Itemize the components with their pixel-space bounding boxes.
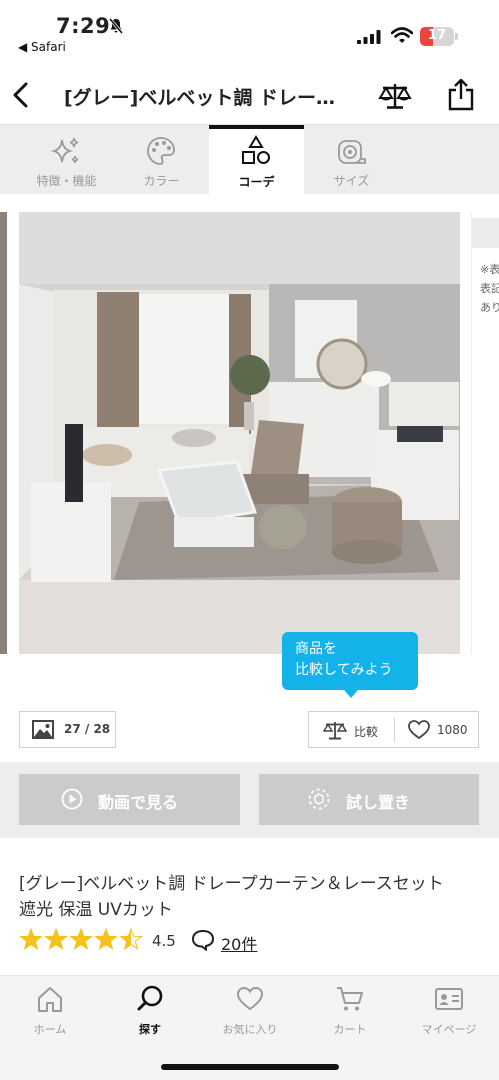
star-4 bbox=[94, 928, 118, 951]
bell-muted-icon bbox=[108, 18, 124, 34]
try-placement-label: 試し置き bbox=[346, 793, 411, 812]
compare-scale-small-icon[interactable] bbox=[323, 720, 347, 740]
reviews-link[interactable]: 20件 bbox=[221, 931, 257, 955]
product-name-line-1: [グレー]ベルベット調 ドレープカーテン＆レースセット bbox=[19, 874, 444, 894]
product-name-line-2: 遮光 保温 UVカット bbox=[19, 900, 173, 920]
media-button-band: 動画で見る 試し置き bbox=[0, 762, 499, 838]
cart-icon bbox=[337, 987, 363, 1011]
tab-label-features: 特徴・機能 bbox=[36, 174, 97, 188]
page-title: [グレー]ベルベット調 ドレー… bbox=[64, 87, 335, 109]
back-to-safari-link[interactable]: ◀ Safari bbox=[18, 40, 66, 54]
try-placement-button[interactable]: 試し置き bbox=[259, 774, 479, 825]
wifi-icon bbox=[391, 27, 413, 43]
product-image[interactable] bbox=[19, 212, 460, 654]
next-image-peek[interactable]: ※表 表記 あり bbox=[471, 212, 499, 654]
sparkle-icon bbox=[50, 137, 79, 164]
actions-divider bbox=[394, 718, 395, 742]
image-icon bbox=[32, 720, 54, 739]
play-circle-icon bbox=[61, 788, 83, 810]
compare-label[interactable]: 比較 bbox=[354, 723, 378, 740]
battery-indicator: 17 bbox=[420, 27, 458, 46]
nav-home-label: ホーム bbox=[33, 1023, 67, 1036]
nav-search-label: 探す bbox=[139, 1023, 161, 1036]
tab-coordinate[interactable]: コーデ bbox=[209, 125, 304, 195]
nav-favorites[interactable]: お気に入り bbox=[200, 984, 300, 1040]
tooltip-arrow bbox=[344, 690, 358, 698]
room-photo bbox=[19, 212, 460, 654]
image-actions: 比較 1080 bbox=[308, 711, 479, 748]
tab-color[interactable]: カラー bbox=[114, 125, 209, 195]
image-counter-text: 27 / 28 bbox=[64, 722, 111, 736]
tooltip-line-1: 商品を bbox=[295, 641, 337, 657]
compare-scale-icon[interactable] bbox=[378, 81, 412, 111]
home-icon bbox=[38, 987, 62, 1012]
watch-video-button[interactable]: 動画で見る bbox=[19, 774, 240, 825]
nav-mypage[interactable]: マイページ bbox=[399, 984, 499, 1040]
star-rating bbox=[19, 928, 143, 951]
id-card-icon bbox=[435, 988, 463, 1010]
tape-measure-icon bbox=[338, 140, 366, 164]
product-name: [グレー]ベルベット調 ドレープカーテン＆レースセット 遮光 保温 UVカット bbox=[19, 871, 479, 923]
heart-icon bbox=[236, 986, 264, 1011]
tooltip-line-2: 比較してみよう bbox=[295, 662, 393, 678]
product-tabs: 特徴・機能 カラー コーデ サイズ bbox=[0, 124, 499, 195]
nav-cart[interactable]: カート bbox=[300, 984, 400, 1040]
tab-features[interactable]: 特徴・機能 bbox=[19, 125, 114, 195]
next-image-note: ※表 表記 あり bbox=[480, 263, 499, 314]
home-indicator bbox=[161, 1064, 339, 1070]
star-1 bbox=[19, 928, 43, 951]
comment-bubble-icon[interactable] bbox=[191, 929, 215, 951]
star-2 bbox=[44, 928, 68, 951]
status-bar: 7:29 ◀ Safari 17 bbox=[0, 0, 499, 62]
favorite-count: 1080 bbox=[437, 723, 468, 737]
product-header: [グレー]ベルベット調 ドレー… bbox=[0, 66, 499, 124]
nav-home[interactable]: ホーム bbox=[0, 984, 100, 1040]
nav-cart-label: カート bbox=[333, 1023, 367, 1036]
star-3 bbox=[69, 928, 93, 951]
compare-tooltip: 商品を 比較してみよう bbox=[282, 632, 418, 698]
image-count-button[interactable]: 27 / 28 bbox=[19, 711, 116, 748]
tab-label-color: カラー bbox=[143, 174, 180, 188]
tab-size[interactable]: サイズ bbox=[304, 125, 399, 195]
tab-label-size: サイズ bbox=[333, 174, 370, 188]
nav-favorites-label: お気に入り bbox=[222, 1023, 278, 1036]
search-icon bbox=[137, 985, 163, 1011]
status-time: 7:29 bbox=[56, 14, 111, 38]
shapes-icon bbox=[242, 135, 270, 164]
share-icon[interactable] bbox=[446, 78, 476, 112]
image-carousel[interactable]: ※表 表記 あり bbox=[0, 212, 499, 654]
nav-search[interactable]: 探す bbox=[100, 984, 200, 1040]
previous-image-peek[interactable] bbox=[0, 212, 7, 654]
nav-mypage-label: マイページ bbox=[421, 1023, 477, 1036]
heart-icon[interactable] bbox=[408, 720, 430, 740]
tab-label-coordinate: コーデ bbox=[238, 175, 275, 189]
signal-icon bbox=[357, 30, 381, 44]
watch-video-label: 動画で見る bbox=[98, 793, 179, 812]
back-arrow-icon[interactable] bbox=[8, 78, 34, 112]
bottom-navigation: ホーム 探す お気に入り カート マイページ bbox=[0, 975, 499, 1080]
rating-score: 4.5 bbox=[152, 932, 176, 950]
ar-placement-icon bbox=[308, 788, 330, 810]
palette-icon bbox=[147, 137, 175, 165]
next-image-thumbnail bbox=[472, 218, 499, 248]
